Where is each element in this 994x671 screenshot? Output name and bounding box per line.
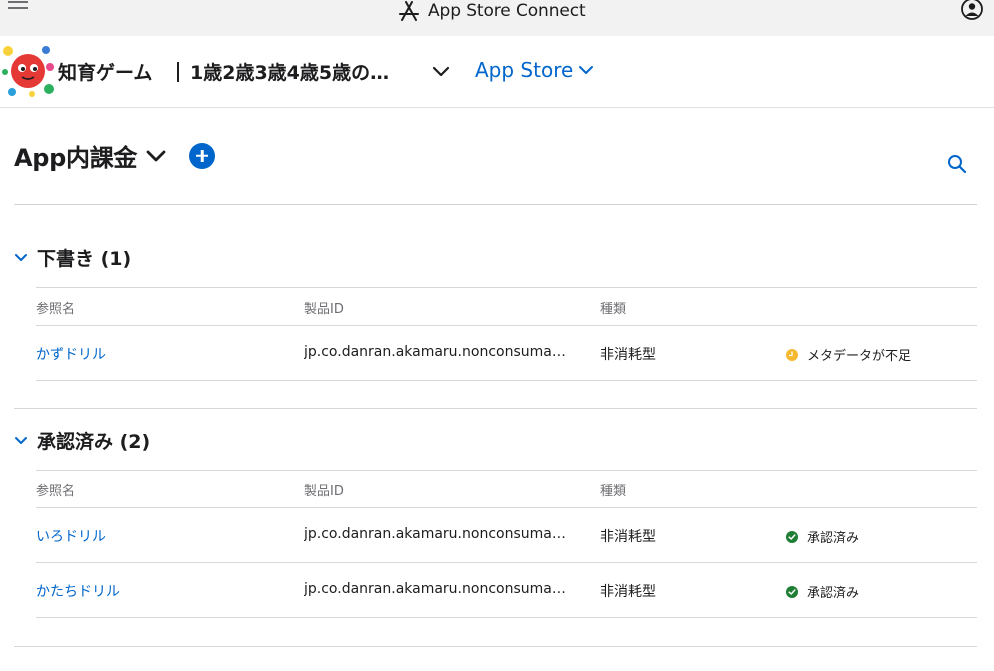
app-subtitle: 1歳2歳3歳4歳5歳の… — [190, 62, 390, 84]
row-status: メタデータが不足 — [786, 345, 911, 364]
section-draft-title: 下書き (1) — [37, 248, 132, 270]
row-type: 非消耗型 — [600, 347, 656, 363]
section-approved-title: 承認済み (2) — [37, 431, 151, 453]
checkmark-status-icon — [786, 530, 798, 543]
divider — [36, 617, 977, 618]
row-status: 承認済み — [786, 527, 859, 546]
app-bar: 知育ゲーム 1歳2歳3歳4歳5歳の… App Store — [0, 36, 994, 108]
status-label: 承認済み — [807, 531, 860, 546]
column-header-reference-name[interactable]: 参照名 — [36, 480, 75, 499]
divider — [36, 507, 977, 508]
app-icon[interactable] — [2, 45, 54, 97]
app-switcher-chevron-icon[interactable] — [432, 66, 450, 78]
menu-icon[interactable] — [8, 0, 30, 14]
divider — [36, 470, 977, 471]
account-icon[interactable] — [960, 0, 984, 22]
platform-label: App Store — [475, 58, 574, 82]
section-divider — [14, 408, 977, 409]
app-store-logo-icon — [399, 1, 419, 21]
page-title[interactable]: App内課金 — [14, 138, 137, 173]
divider — [36, 287, 977, 288]
status-label: メタデータが不足 — [807, 349, 912, 364]
row-product-id: jp.co.danran.akamaru.nonconsumable — [304, 526, 566, 542]
section-divider — [14, 646, 977, 647]
row-type: 非消耗型 — [600, 529, 656, 545]
row-product-id: jp.co.danran.akamaru.nonconsumable — [304, 344, 566, 360]
row-product-id: jp.co.danran.akamaru.nonconsumable — [304, 581, 566, 597]
row-reference-name-link[interactable]: かたちドリル — [36, 581, 120, 601]
row-type: 非消耗型 — [600, 584, 656, 600]
section-chevron-icon — [15, 253, 27, 261]
section-approved-toggle[interactable]: 承認済み (2) — [14, 427, 150, 454]
top-bar: App Store Connect — [0, 0, 994, 36]
chevron-down-icon — [579, 66, 594, 74]
app-name: 知育ゲーム — [58, 62, 153, 84]
header-divider — [14, 204, 977, 205]
column-header-reference-name[interactable]: 参照名 — [36, 298, 75, 317]
platform-selector[interactable]: App Store — [475, 58, 595, 82]
page-header: App内課金 — [14, 138, 216, 173]
column-header-product-id[interactable]: 製品ID — [304, 298, 344, 317]
app-name-divider — [177, 62, 179, 82]
section-chevron-icon — [15, 436, 27, 444]
divider — [36, 380, 977, 381]
divider — [36, 325, 977, 326]
add-in-app-purchase-button[interactable] — [189, 142, 216, 169]
checkmark-status-icon — [786, 585, 798, 598]
column-header-type[interactable]: 種類 — [600, 480, 626, 499]
row-reference-name-link[interactable]: いろドリル — [36, 526, 106, 546]
status-label: 承認済み — [807, 586, 860, 601]
row-reference-name-link[interactable]: かずドリル — [36, 344, 106, 364]
search-icon[interactable] — [946, 153, 968, 175]
column-header-product-id[interactable]: 製品ID — [304, 480, 344, 499]
section-draft-toggle[interactable]: 下書き (1) — [14, 244, 131, 271]
title-chevron-down-icon[interactable] — [145, 149, 167, 163]
divider — [36, 562, 977, 563]
column-header-type[interactable]: 種類 — [600, 298, 626, 317]
warning-status-icon — [786, 348, 798, 361]
row-status: 承認済み — [786, 582, 859, 601]
top-title-text: App Store Connect — [428, 1, 586, 21]
app-store-connect-title[interactable]: App Store Connect — [398, 0, 586, 22]
